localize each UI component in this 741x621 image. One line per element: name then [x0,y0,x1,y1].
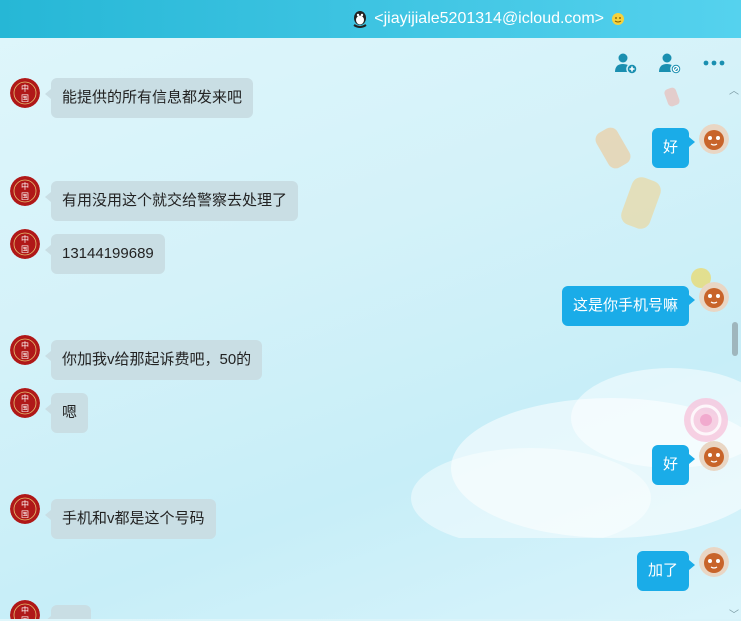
avatar[interactable]: 中 国 [10,494,40,524]
svg-text:中: 中 [21,83,29,93]
message-bubble[interactable]: 好 [651,128,696,168]
message-bubble[interactable]: 嗯 [44,393,89,433]
svg-text:中: 中 [21,393,29,403]
message-incoming: 中 国 手机和v都是这个号码 [10,494,216,539]
svg-text:国: 国 [21,404,29,413]
title-bar: <jiayijiale5201314@icloud.com> [0,0,741,38]
svg-text:国: 国 [21,351,29,360]
message-bubble[interactable]: 有用没用这个就交给警察去处理了 [44,181,299,221]
message-bubble[interactable]: 好 [651,445,696,485]
message-incoming: 中 国 能提供的所有信息都发来吧 [10,78,254,118]
avatar[interactable]: 中 国 [10,388,40,418]
message-incoming: 中 国 嗯 [10,388,89,433]
avatar[interactable]: 中 国 [10,600,40,619]
message-outgoing: 好 [651,441,729,485]
avatar[interactable] [699,547,729,577]
window-title: <jiayijiale5201314@icloud.com> [374,10,604,27]
svg-text:中: 中 [21,181,29,191]
message-bubble[interactable]: 加了 [636,551,696,591]
message-bubble[interactable] [45,605,91,619]
svg-text:中: 中 [21,234,29,244]
message-bubble[interactable]: 13144199689 [45,234,165,274]
avatar[interactable]: 中 国 [10,229,40,259]
avatar[interactable] [699,441,729,471]
svg-text:国: 国 [21,94,29,103]
message-bubble[interactable]: 你加我v给那起诉费吧，50的 [44,340,263,380]
avatar[interactable]: 中 国 [10,78,40,108]
svg-text:中: 中 [21,499,29,509]
svg-text:中: 中 [21,340,29,350]
message-incoming: 中 国 你加我v给那起诉费吧，50的 [10,335,263,380]
svg-text:国: 国 [21,510,29,519]
message-list[interactable]: 中 国 能提供的所有信息都发来吧 好 中 国 有用没用这个就交给警察去处理了 中… [0,38,741,619]
avatar[interactable]: 中 国 [10,335,40,365]
message-bubble[interactable]: 手机和v都是这个号码 [45,499,216,539]
scrollbar-thumb[interactable] [732,322,738,356]
message-outgoing: 加了 [636,547,729,591]
message-outgoing: 好 [651,124,729,168]
message-outgoing: 这是你手机号嘛 [561,282,729,326]
scroll-up-icon[interactable]: ︿ [729,82,739,97]
title-wrap: <jiayijiale5201314@icloud.com> [350,9,626,29]
avatar[interactable] [699,124,729,154]
qq-penguin-icon [353,11,367,28]
svg-text:中: 中 [21,605,29,615]
avatar[interactable] [699,282,729,312]
message-bubble[interactable]: 能提供的所有信息都发来吧 [44,78,254,118]
message-incoming: 中 国 [10,600,91,619]
message-bubble[interactable]: 这是你手机号嘛 [561,286,696,326]
svg-text:国: 国 [21,245,29,254]
message-incoming: 中 国 13144199689 [10,229,165,274]
message-incoming: 中 国 有用没用这个就交给警察去处理了 [10,176,299,221]
svg-text:国: 国 [21,192,29,201]
sun-icon [612,13,624,25]
avatar[interactable]: 中 国 [10,176,40,206]
